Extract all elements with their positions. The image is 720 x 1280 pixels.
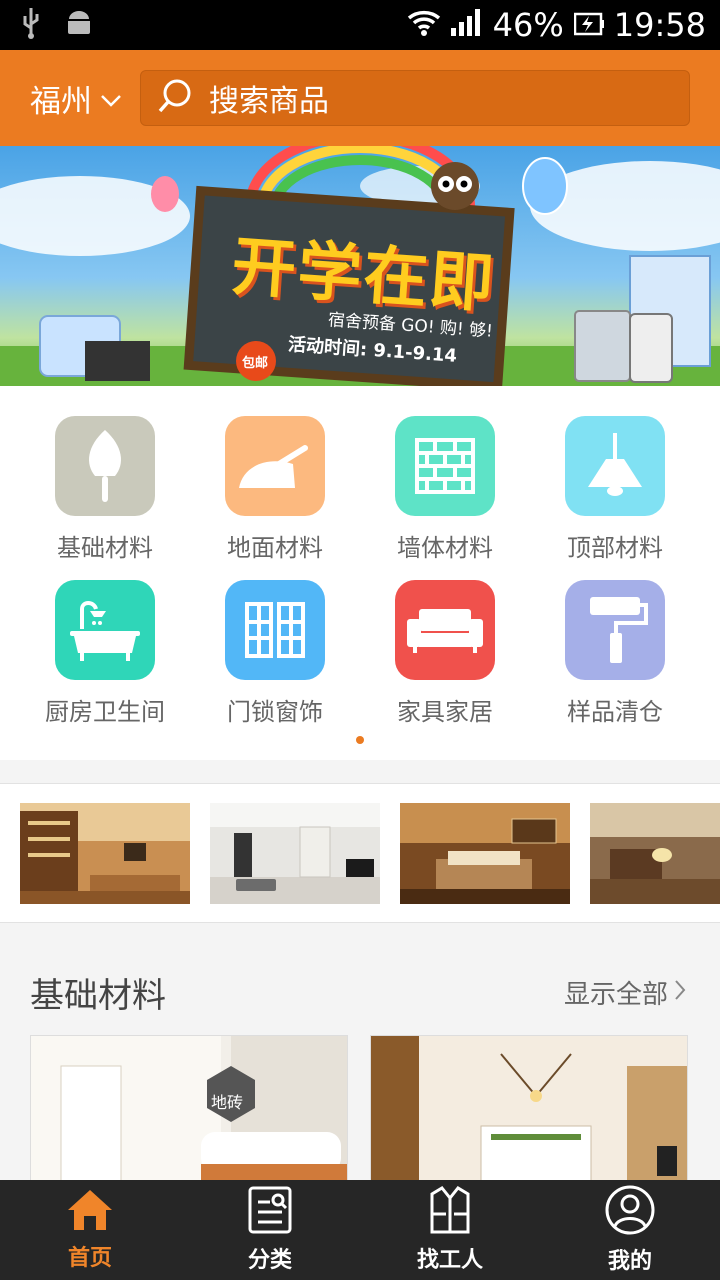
showcase-image[interactable] [590,803,720,904]
usb-icon [20,6,42,44]
section-title: 基础材料 [30,976,166,1016]
bathtub-icon [55,580,155,680]
paint-roller-icon [565,580,665,680]
app-header: 福州 搜索商品 [0,50,720,146]
category-item[interactable]: 门锁窗饰 [190,580,360,727]
search-placeholder: 搜索商品 [209,84,329,119]
showcase-strip [0,783,720,923]
trowel-icon [55,416,155,516]
category-label: 家具家居 [397,698,493,726]
chevron-right-icon [674,978,686,1008]
worker-vest-icon [428,1186,472,1238]
ceiling-lamp-icon [565,416,665,516]
promo-banner[interactable]: 开学在即 宿舍预备 GO! 购! 够! 包邮 活动时间: 9.1-9.14 [0,146,720,386]
category-grid: 基础材料 地面材料 墙体材料 顶部材料 厨房卫生间 门锁窗饰 家具家居 样品清仓 [0,386,720,760]
show-all-label: 显示全部 [563,980,668,1010]
nav-label: 首页 [67,1246,112,1271]
page-indicator-dot [356,736,364,744]
category-label: 门锁窗饰 [227,698,323,726]
category-list-icon [248,1186,292,1238]
category-item[interactable]: 地面材料 [190,416,360,563]
category-label: 基础材料 [57,534,153,562]
category-label: 顶部材料 [567,534,663,562]
battery-icon [573,6,604,44]
bottom-nav: 首页 分类 找工人 我的 [0,1180,720,1280]
app-root: 46% 19:58 福州 搜索商品 开学在即 宿舍预备 GO! 购! 够! 包邮… [0,0,720,1280]
nav-label: 分类 [247,1248,292,1273]
nav-label: 找工人 [416,1248,483,1273]
category-label: 地面材料 [227,534,323,562]
category-label: 厨房卫生间 [45,698,165,726]
wifi-icon [407,6,441,44]
sofa-icon [395,580,495,680]
product-card[interactable] [370,1035,688,1185]
clock-time: 19:58 [613,6,706,44]
category-label: 墙体材料 [397,534,493,562]
chevron-down-icon [100,80,122,116]
category-label: 样品清仓 [567,698,663,726]
category-item[interactable]: 样品清仓 [530,580,700,727]
plastering-trowel-icon [225,416,325,516]
product-card[interactable]: 地砖 [30,1035,348,1185]
nav-category[interactable]: 分类 [180,1180,360,1280]
category-item[interactable]: 家具家居 [360,580,530,727]
banner-badge: 包邮 [242,356,269,371]
android-icon [64,8,94,42]
status-bar: 46% 19:58 [0,0,720,50]
nav-find-worker[interactable]: 找工人 [360,1180,540,1280]
signal-icon [450,6,483,44]
category-item[interactable]: 厨房卫生间 [20,580,190,727]
window-icon [225,580,325,680]
nav-label: 我的 [607,1249,652,1274]
search-icon [157,77,195,119]
show-all-link[interactable]: 显示全部 [564,974,686,1011]
nav-profile[interactable]: 我的 [540,1180,720,1280]
brick-wall-icon [395,416,495,516]
search-bar[interactable]: 搜索商品 [140,70,690,126]
showcase-image[interactable] [210,803,380,904]
home-icon [66,1188,114,1236]
showcase-image[interactable] [20,803,190,904]
category-item[interactable]: 墙体材料 [360,416,530,563]
category-item[interactable]: 基础材料 [20,416,190,563]
showcase-image[interactable] [400,803,570,904]
nav-home[interactable]: 首页 [0,1180,180,1280]
card-tag: 地砖 [211,1093,244,1112]
category-item[interactable]: 顶部材料 [530,416,700,563]
city-selector[interactable]: 福州 [30,76,140,121]
user-profile-icon [605,1185,655,1239]
city-name: 福州 [30,83,92,120]
battery-percent: 46% [492,6,564,44]
